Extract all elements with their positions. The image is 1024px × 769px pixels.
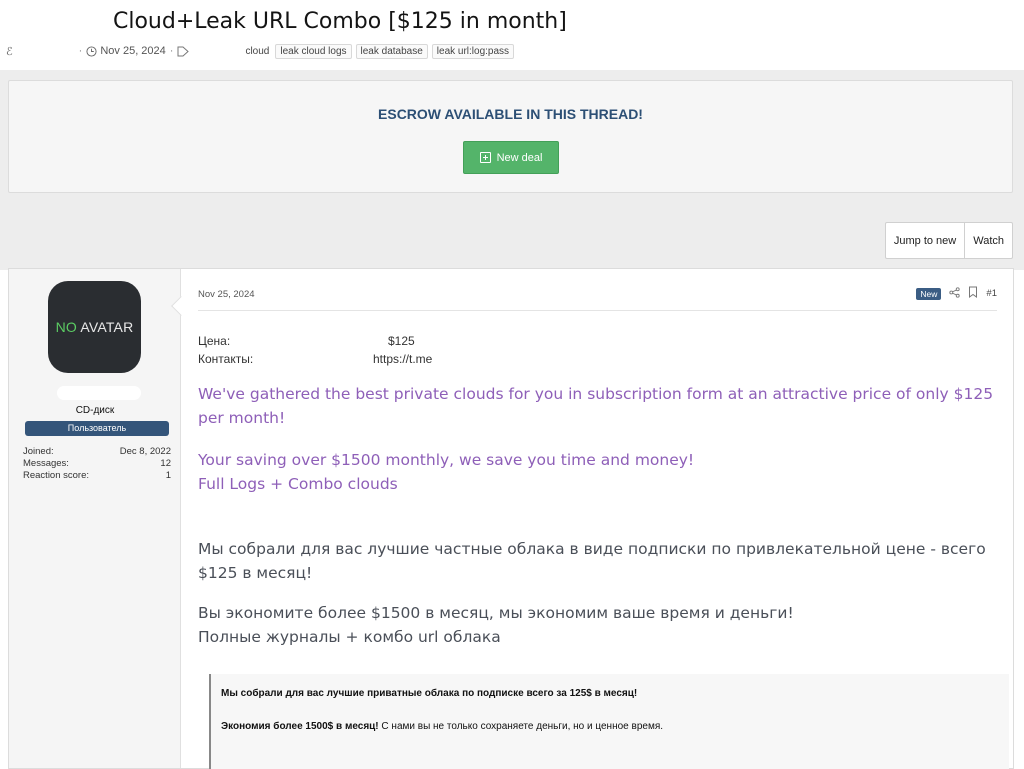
- stat-row: Reaction score: 1: [23, 470, 171, 482]
- field-row: Контакты: https://t.me: [198, 350, 432, 368]
- user-icon: ℰ: [6, 45, 13, 58]
- redaction-mask: [0, 8, 110, 38]
- avatar[interactable]: NO AVATAR: [48, 281, 141, 373]
- quote-line: Экономия более 1500$ в месяц! С нами вы …: [221, 721, 663, 732]
- thread-meta: ℰ · Nov 25, 2024 · cloud leak cloud logs…: [6, 42, 515, 60]
- stat-value: 1: [165, 470, 171, 481]
- username-redaction: [57, 386, 141, 400]
- tag-leak-database[interactable]: leak database: [355, 43, 428, 59]
- stat-label: Joined:: [23, 446, 54, 457]
- stat-row: Messages: 12: [23, 458, 171, 470]
- paragraph: Мы собрали для вас лучшие частные облака…: [198, 540, 986, 582]
- thread-title: Cloud+Leak URL Combo [$125 in month]: [113, 9, 567, 34]
- tag-redaction: [189, 44, 244, 58]
- post-header: Nov 25, 2024 New #1: [198, 286, 997, 311]
- new-badge: New: [916, 287, 942, 300]
- clock-icon: [86, 45, 97, 57]
- field-label: Контакты:: [198, 352, 254, 366]
- paragraph: Your saving over $1500 monthly, we save …: [198, 451, 695, 469]
- paragraph: We've gathered the best private clouds f…: [198, 385, 994, 427]
- paragraph: Полные журналы + комбо url облака: [198, 628, 501, 646]
- stat-row: Joined: Dec 8, 2022: [23, 446, 171, 458]
- quote-rest: С нами вы не только сохраняете деньги, н…: [378, 721, 664, 732]
- thread-date[interactable]: Nov 25, 2024: [100, 45, 165, 57]
- thread-action-bar: Jump to new Watch: [884, 222, 1013, 259]
- author-redaction: [12, 44, 75, 58]
- post-body: We've gathered the best private clouds f…: [198, 382, 1003, 649]
- user-stats: Joined: Dec 8, 2022 Messages: 12 Reaction …: [23, 446, 171, 482]
- plus-icon: [479, 152, 491, 163]
- user-sidebar: NO AVATAR CD-диск Пользователь Joined: De…: [9, 269, 181, 768]
- field-value: $125: [388, 334, 415, 348]
- quote-block: Мы собрали для вас лучшие приватные обла…: [209, 674, 1009, 769]
- watch-button[interactable]: Watch: [964, 223, 1012, 258]
- stat-label: Messages:: [23, 458, 69, 469]
- post: NO AVATAR CD-диск Пользователь Joined: De…: [8, 268, 1014, 769]
- stat-label: Reaction score:: [23, 470, 90, 481]
- escrow-title: ESCROW AVAILABLE IN THIS THREAD!: [378, 106, 643, 122]
- thread-header: Cloud+Leak URL Combo [$125 in month] ℰ ·…: [0, 0, 1024, 76]
- post-tools: New #1: [916, 286, 997, 301]
- stat-value: Dec 8, 2022: [119, 446, 171, 457]
- post-fields: Цена: $125 Контакты: https://t.me: [198, 332, 432, 368]
- paragraph: Full Logs + Combo clouds: [198, 475, 398, 493]
- tag-leak-cloud-logs[interactable]: leak cloud logs: [275, 43, 352, 59]
- tag-leak-url-log-pass[interactable]: leak url:log:pass: [431, 43, 515, 59]
- avatar-text-no: NO: [55, 319, 78, 335]
- escrow-box: ESCROW AVAILABLE IN THIS THREAD! New dea…: [8, 80, 1013, 193]
- contact-link[interactable]: https://t.me: [373, 350, 432, 368]
- user-title: CD-диск: [75, 405, 115, 416]
- paragraph: Вы экономите более $1500 в месяц, мы эко…: [198, 604, 794, 622]
- bookmark-icon[interactable]: [968, 286, 978, 301]
- share-icon[interactable]: [949, 286, 961, 301]
- stat-value: 12: [160, 458, 171, 469]
- user-banner: Пользователь: [25, 421, 169, 436]
- escrow-section: ESCROW AVAILABLE IN THIS THREAD! New dea…: [0, 70, 1024, 270]
- jump-to-new-button[interactable]: Jump to new: [886, 223, 964, 258]
- field-label: Цена:: [198, 334, 231, 348]
- new-deal-button[interactable]: New deal: [463, 141, 559, 174]
- field-row: Цена: $125: [198, 332, 432, 350]
- tag-cloud[interactable]: cloud: [243, 46, 271, 57]
- quote-bold: Экономия более 1500$ в месяц!: [221, 721, 379, 732]
- post-content: Nov 25, 2024 New #1 Цена: $125 Контакты: h…: [198, 269, 1009, 769]
- post-date[interactable]: Nov 25, 2024: [198, 289, 255, 300]
- post-number[interactable]: #1: [986, 288, 997, 299]
- quote-line: Мы собрали для вас лучшие приватные обла…: [221, 688, 638, 699]
- tag-icon: [177, 45, 190, 57]
- new-deal-label: New deal: [496, 151, 543, 164]
- avatar-text-avatar: AVATAR: [77, 319, 134, 335]
